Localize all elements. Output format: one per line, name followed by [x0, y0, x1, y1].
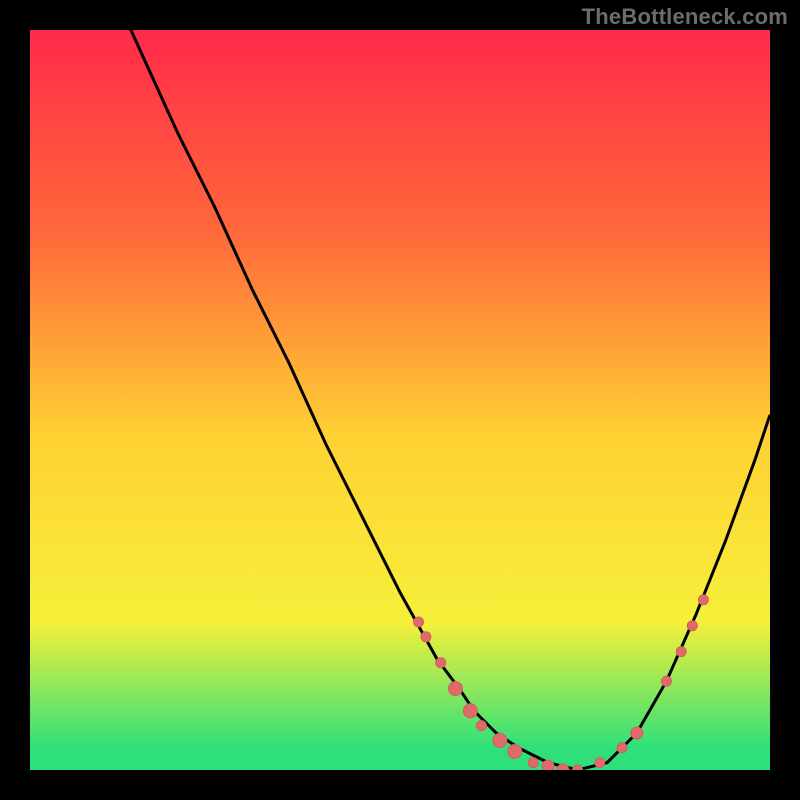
- plot-area: [30, 30, 770, 770]
- data-marker: [508, 745, 522, 759]
- chart-frame: TheBottleneck.com: [0, 0, 800, 800]
- data-marker: [617, 743, 627, 753]
- data-marker: [476, 721, 486, 731]
- data-marker: [595, 758, 605, 768]
- data-marker: [414, 617, 424, 627]
- data-marker: [436, 658, 446, 668]
- data-marker: [493, 733, 507, 747]
- data-marker: [676, 647, 686, 657]
- data-marker: [449, 682, 463, 696]
- data-marker: [687, 621, 697, 631]
- gradient-background: [30, 30, 770, 770]
- data-marker: [528, 758, 538, 768]
- chart-svg: [30, 30, 770, 770]
- data-marker: [542, 760, 554, 770]
- data-marker: [698, 595, 708, 605]
- data-marker: [631, 727, 643, 739]
- data-marker: [421, 632, 431, 642]
- data-marker: [463, 704, 477, 718]
- watermark-text: TheBottleneck.com: [582, 4, 788, 30]
- data-marker: [661, 676, 671, 686]
